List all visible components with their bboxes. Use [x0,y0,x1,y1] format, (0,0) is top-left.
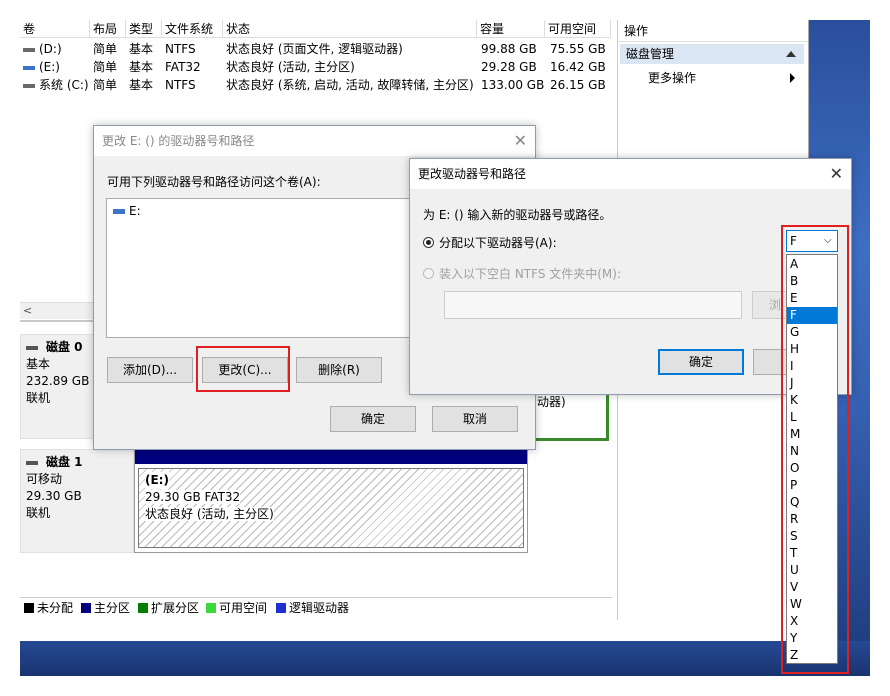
volume-cell: (D:) [20,40,62,58]
mount-folder-label[interactable]: 装入以下空白 NTFS 文件夹中(M): [439,265,621,282]
primary-partition-bar [135,450,527,464]
assign-letter-label[interactable]: 分配以下驱动器号(A): [439,234,557,251]
column-header-layout[interactable]: 布局 [90,20,126,38]
scroll-left-icon[interactable]: < [23,303,32,319]
partition-e-size: 29.30 GB FAT32 [145,490,241,504]
desktop-taskbar-area [20,641,870,676]
highlight-dropdown [781,225,849,674]
column-header-free[interactable]: 可用空间 [545,20,611,38]
volume-icon [23,83,35,88]
radio-dot [426,240,431,245]
layout-cell: 简单 [93,78,118,92]
add-button[interactable]: 添加(D)... [107,357,193,383]
disk-icon [26,345,38,350]
actions-section-disk-management[interactable]: 磁盘管理 [620,44,804,64]
partition-e-status: 状态良好 (活动, 主分区) [145,507,274,521]
capacity-cell: 133.00 GB [481,78,545,92]
dialog-prompt: 为 E: () 输入新的驱动器号或路径。 [423,208,612,222]
disk-icon [26,460,38,465]
submenu-arrow-icon [790,73,795,83]
actions-title: 操作 [618,20,808,42]
dialog-title: 更改 E: () 的驱动器号和路径 [94,126,535,156]
path-list-item[interactable]: E: [129,203,141,219]
capacity-cell: 29.28 GB [481,60,537,74]
disk-1-title: 磁盘 1 [26,454,128,471]
column-header-filesystem[interactable]: 文件系统 [162,20,223,38]
partition-e[interactable]: (E:) 29.30 GB FAT32 状态良好 (活动, 主分区) [134,449,528,553]
layout-cell: 简单 [93,42,118,56]
volume-cell: 系统 (C:) [20,76,89,94]
volume-cell: (E:) [20,58,60,76]
more-actions-item[interactable]: 更多操作 [648,68,696,88]
cancel-button[interactable]: 取消 [432,406,518,432]
layout-cell: 简单 [93,60,118,74]
disk-1-size: 29.30 GB [26,489,82,503]
disk-1-label[interactable]: 磁盘 1 可移动 29.30 GB 联机 [20,449,134,553]
type-cell: 基本 [129,42,154,56]
free-cell: 75.55 GB [550,42,606,56]
table-row[interactable]: 系统 (C:) 简单 基本 NTFS 状态良好 (系统, 启动, 活动, 故障转… [20,76,610,94]
legend-extended: 扩展分区 [151,601,200,615]
fs-cell: FAT32 [165,60,201,74]
fs-cell: NTFS [165,78,196,92]
removable-volume-icon [23,65,35,70]
legend-logical-drive: 逻辑驱动器 [289,601,350,615]
close-icon[interactable]: ✕ [514,126,527,156]
dialog-prompt: 可用下列驱动器号和路径访问这个卷(A): [107,175,321,189]
legend-swatch-logical [276,603,286,613]
ok-button[interactable]: 确定 [330,406,416,432]
legend-unallocated: 未分配 [37,601,74,615]
actions-section-label: 磁盘管理 [626,47,675,61]
type-cell: 基本 [129,60,154,74]
status-cell: 状态良好 (页面文件, 逻辑驱动器) [226,42,403,56]
free-cell: 16.42 GB [550,60,606,74]
legend-swatch-extended [138,603,148,613]
legend-swatch-free [206,603,216,613]
type-cell: 基本 [129,78,154,92]
partition-e-text: (E:) 29.30 GB FAT32 状态良好 (活动, 主分区) [145,472,274,523]
legend: 未分配 主分区 扩展分区 可用空间 逻辑驱动器 [20,597,612,618]
legend-free-space: 可用空间 [219,601,268,615]
assign-letter-radio[interactable] [423,237,434,248]
close-icon[interactable]: ✕ [830,159,843,189]
legend-swatch-primary [81,603,91,613]
column-header-capacity[interactable]: 容量 [477,20,545,38]
disk-1-state: 联机 [26,506,51,520]
legend-swatch-unallocated [24,603,34,613]
collapse-icon[interactable] [786,51,796,57]
folder-path-input[interactable] [444,291,742,319]
partition-e-body: (E:) 29.30 GB FAT32 状态良好 (活动, 主分区) [138,468,524,548]
column-header-type[interactable]: 类型 [126,20,162,38]
status-cell: 状态良好 (活动, 主分区) [226,60,355,74]
highlight-change-button [196,346,290,392]
column-header-volume[interactable]: 卷 [20,20,90,38]
table-row[interactable]: (D:) 简单 基本 NTFS 状态良好 (页面文件, 逻辑驱动器) 99.88… [20,40,610,58]
free-cell: 26.15 GB [550,78,606,92]
disk-1-type: 可移动 [26,472,63,486]
ok-button[interactable]: 确定 [658,349,744,375]
drive-icon [113,209,125,214]
partition-status-fragment: 动器) [537,395,566,409]
partition-e-name: (E:) [145,472,169,489]
table-row[interactable]: (E:) 简单 基本 FAT32 状态良好 (活动, 主分区) 29.28 GB… [20,58,610,76]
legend-primary: 主分区 [94,601,131,615]
remove-button[interactable]: 删除(R) [296,357,382,383]
mount-folder-radio[interactable] [423,268,434,279]
dialog-title: 更改驱动器号和路径 [410,159,851,189]
column-header-status[interactable]: 状态 [223,20,477,38]
volume-icon [23,47,35,52]
capacity-cell: 99.88 GB [481,42,537,56]
status-cell: 状态良好 (系统, 启动, 活动, 故障转储, 主分区) [226,78,474,92]
fs-cell: NTFS [165,42,196,56]
